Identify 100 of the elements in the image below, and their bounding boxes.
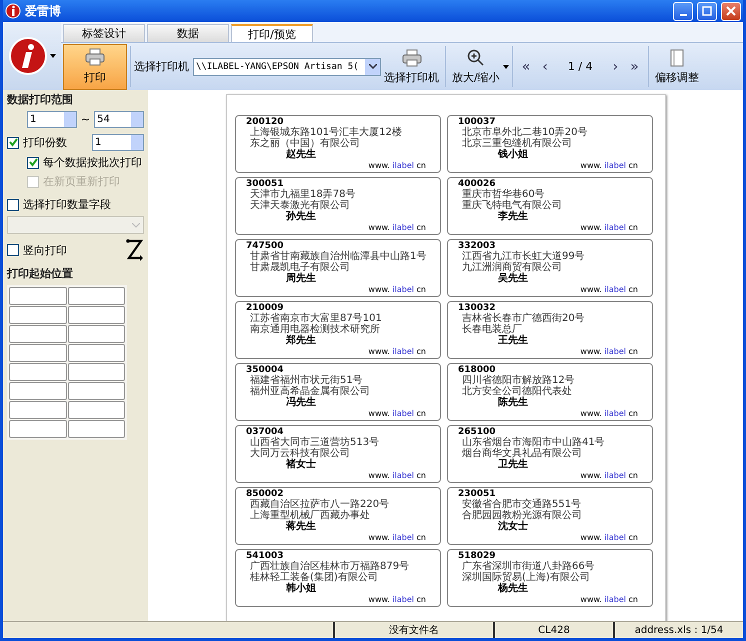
checkbox[interactable] [7,244,19,256]
range-end-field[interactable]: 54 [94,111,144,128]
print-button[interactable]: 打印 [63,44,127,90]
postal-code: 037004 [246,427,284,437]
company-text: 烟台商华文具礼品有限公司 [461,448,583,459]
start-position-cell[interactable] [9,382,66,400]
quantity-field-select[interactable] [7,216,144,234]
page-indicator: 1 / 4 [566,60,594,73]
range-start-field[interactable]: 1 [27,111,77,128]
website-text: www. ilabel cn [368,223,427,232]
previous-page-button[interactable]: ‹ [536,58,554,74]
postal-code: 618000 [458,365,497,375]
first-page-button[interactable]: « [516,58,536,74]
website-text: www. ilabel cn [368,595,427,604]
checkbox[interactable] [7,136,19,148]
chevron-down-icon [132,222,140,228]
status-text: address.xls : 1/54 [613,622,743,638]
company-text: 桂林轻工装备(集团)有限公司 [249,572,379,583]
website-text: www. ilabel cn [580,595,639,604]
recipient-name: 陈先生 [497,397,529,409]
company-text: 大同万云科技有限公司 [249,448,351,459]
zoom-icon [466,48,485,66]
printer-select[interactable]: \\ILABEL-YANG\EPSON Artisan 5( [193,58,381,76]
website-text: www. ilabel cn [580,223,639,232]
website-text: www. ilabel cn [368,285,427,294]
address-text: 广西壮族自治区桂林市万福路879号 [249,561,410,572]
offset-adjust-button[interactable]: 偏移调整 [652,44,702,90]
recipient-name: 杨先生 [496,583,529,595]
address-text: 四川省德阳市解放路12号 [461,375,576,386]
checkbox[interactable] [27,156,39,168]
address-text: 江西省九江市长虹大道99号 [461,251,586,262]
recipient-name: 钱小姐 [496,149,529,161]
start-position-cell[interactable] [9,287,66,305]
start-position-cell[interactable] [9,325,66,343]
website-text: www. ilabel cn [580,471,639,480]
start-position-cell[interactable] [68,363,125,381]
postal-code: 300051 [246,179,284,189]
company-text: 北方安全公司德阳代表处 [461,386,573,397]
start-position-cell[interactable] [9,363,66,381]
postal-code: 541003 [246,551,284,561]
website-text: www. ilabel cn [368,533,427,542]
company-text: 合肥园园教粉光源有限公司 [461,510,583,521]
postal-code: 265100 [458,427,497,437]
address-text: 甘肃省甘南藏族自治州临潭县中山路1号 [249,251,428,262]
checkbox-label: 竖向打印 [23,242,67,258]
start-position-cell[interactable] [68,287,125,305]
next-page-button[interactable]: › [606,58,624,74]
minimize-button[interactable] [673,2,693,20]
copies-field[interactable]: 1 [92,134,144,151]
last-page-button[interactable]: » [624,58,645,74]
tab[interactable]: 数据 [147,24,229,42]
website-text: www. ilabel cn [580,161,639,170]
start-position-cell[interactable] [68,401,125,419]
recipient-name: 郑先生 [284,335,317,347]
checkbox-label: 打印份数 [23,135,67,150]
status-text: 没有文件名 [333,622,493,638]
zoom-button[interactable]: 放大/缩小 [449,44,503,90]
company-text: 长春电装总厂 [461,324,522,335]
recipient-name: 卫先生 [497,459,529,471]
address-text: 上海银城东路101号汇丰大厦12楼 [249,127,403,138]
tab[interactable]: 打印/预览 [231,24,313,42]
website-text: www. ilabel cn [368,471,427,480]
company-text: 重庆飞特电气有限公司 [461,200,563,211]
logo-icon [8,36,48,76]
select-printer-button[interactable]: 选择打印机 [381,44,442,90]
section-title: 打印起始位置 [7,266,74,281]
start-position-cell[interactable] [68,420,125,438]
postal-code: 210009 [246,303,284,313]
maximize-button[interactable] [697,2,717,20]
company-text: 北京三重包缝机有限公司 [461,138,573,149]
start-position-cell[interactable] [9,401,66,419]
checkbox[interactable] [7,198,19,210]
app-menu-button[interactable] [3,22,61,90]
start-position-cell[interactable] [9,420,66,438]
printer-label: 选择打印机 [134,59,189,74]
close-button[interactable] [721,2,741,20]
checkbox-label: 每个数据按批次打印 [43,155,142,170]
company-text: 福州亚高希晶金属有限公司 [249,386,371,397]
start-position-cell[interactable] [9,344,66,362]
tab[interactable]: 标签设计 [63,24,145,42]
website-text: www. ilabel cn [580,285,639,294]
z-order-icon [126,238,144,262]
postal-code: 100037 [458,117,497,127]
recipient-name: 赵先生 [285,149,317,161]
start-position-cell[interactable] [68,382,125,400]
status-text: CL428 [493,622,613,638]
range-separator: ~ [80,113,90,126]
postal-code: 400026 [458,179,496,189]
recipient-name: 韩小姐 [285,583,317,595]
start-position-cell[interactable] [68,306,125,324]
postal-code: 130032 [458,303,496,313]
caret-icon[interactable] [502,64,509,68]
start-position-cell[interactable] [9,306,66,324]
start-position-cell[interactable] [68,344,125,362]
website-text: www. ilabel cn [368,161,427,170]
start-position-cell[interactable] [68,325,125,343]
recipient-name: 褚女士 [284,459,317,471]
company-text: 南京通用电器检测技术研究所 [249,324,381,335]
postal-code: 850002 [246,489,285,499]
company-text: 天津天泰激光有限公司 [249,200,351,211]
